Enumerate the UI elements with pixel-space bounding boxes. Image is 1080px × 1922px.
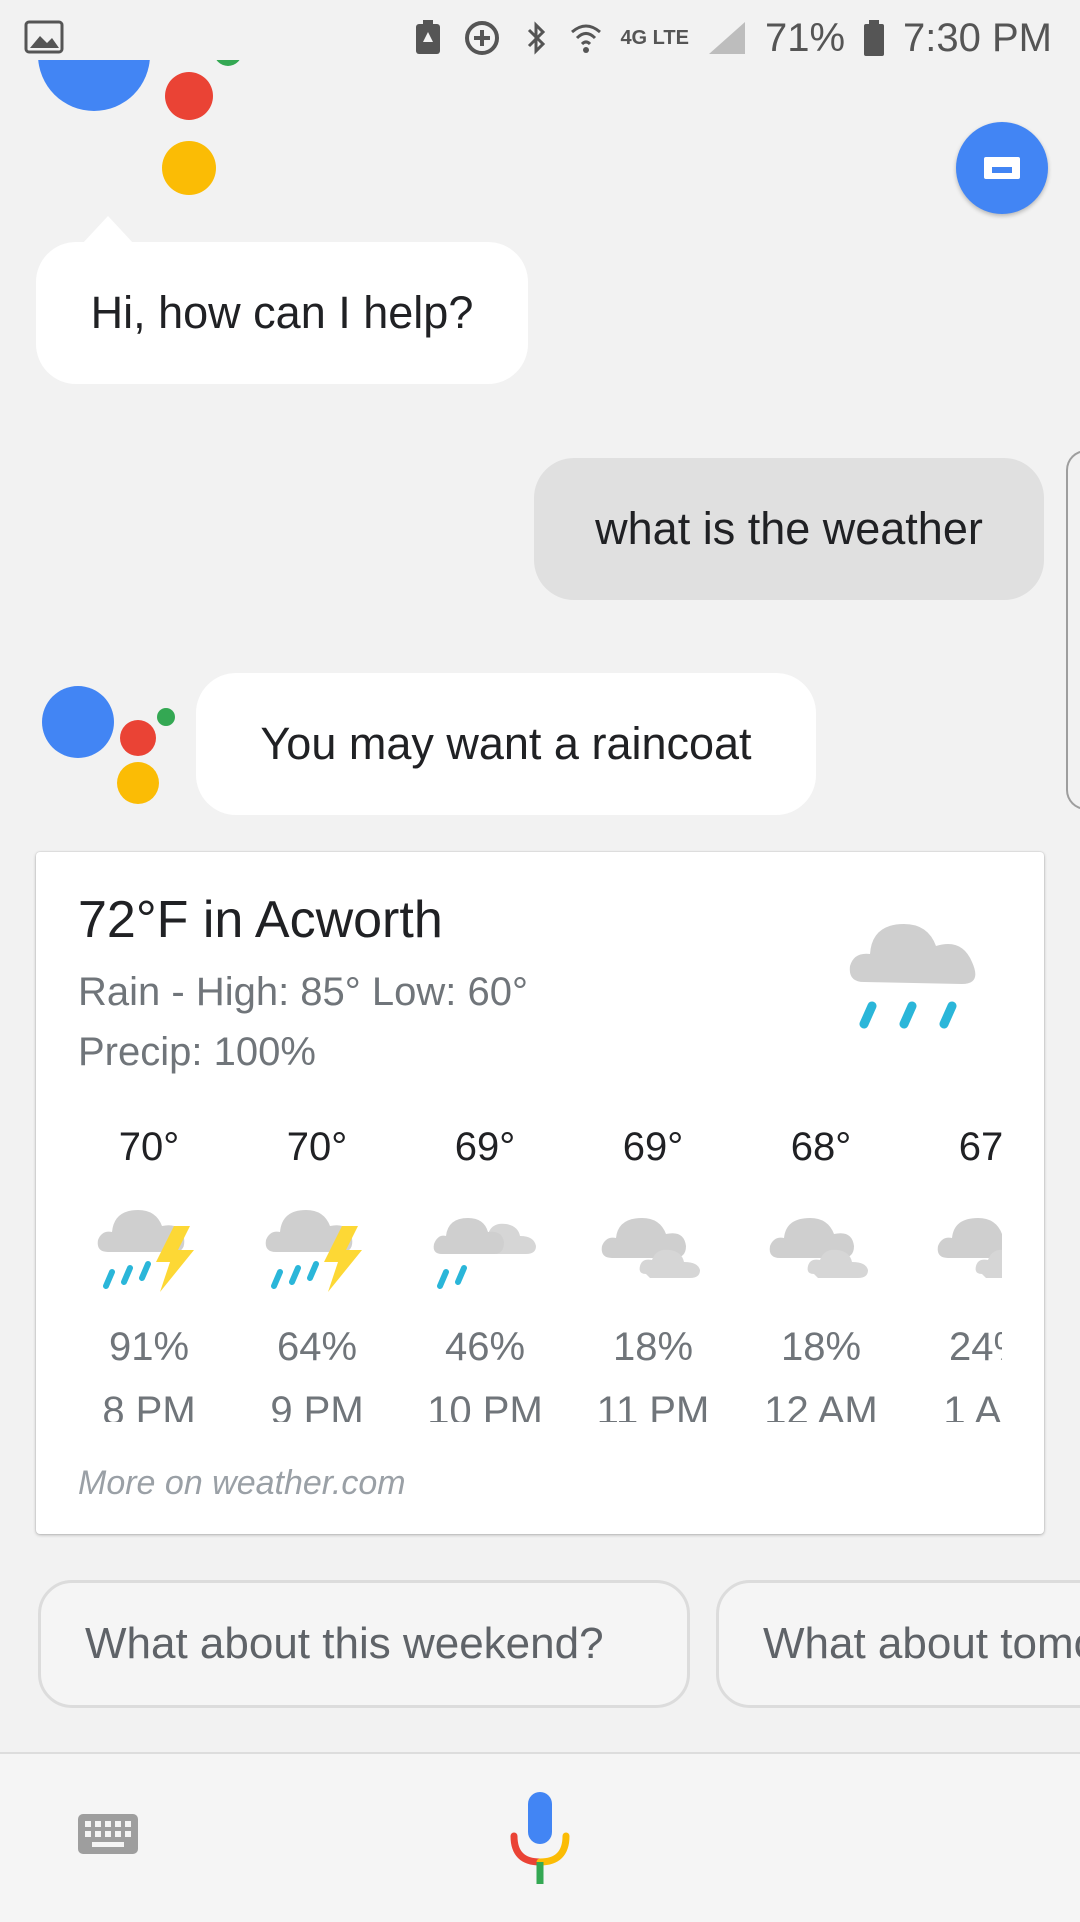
hourly-temp: 70° (118, 1125, 180, 1169)
light-rain-cloudy-icon (433, 1218, 536, 1289)
clock: 7:30 PM (903, 15, 1052, 60)
hourly-temp: 70° (286, 1125, 348, 1169)
hourly-precip: 18% (612, 1325, 694, 1369)
assistant-logo (38, 60, 240, 195)
battery-icon (864, 20, 885, 56)
keyboard-icon[interactable] (78, 1814, 138, 1854)
thunderstorm-icon (265, 1210, 362, 1292)
suggestion-chip-weekend[interactable]: What about this weekend? (38, 1580, 690, 1708)
hourly-precip: 18% (780, 1325, 862, 1369)
hourly-time: 1 AM (943, 1389, 1002, 1422)
input-bar (0, 1752, 1080, 1922)
weather-source-link[interactable]: More on weather.com (78, 1464, 406, 1503)
hourly-temp: 69° (622, 1125, 684, 1169)
assistant-logo-small (42, 686, 175, 804)
hourly-item: 68° 18% 12 AM (746, 1122, 896, 1422)
assistant-answer-text: You may want a raincoat (260, 718, 752, 769)
signal-icon (708, 22, 745, 54)
weather-card[interactable]: 72°F in Acworth Rain - High: 85° Low: 60… (36, 852, 1044, 1534)
assistant-greeting-text: Hi, how can I help? (90, 287, 474, 338)
data-saver-icon (465, 21, 500, 55)
hourly-time: 11 PM (596, 1389, 710, 1422)
bubble-tail (82, 216, 134, 244)
hourly-time: 9 PM (270, 1389, 364, 1422)
network-type-label: 4G LTE (620, 27, 689, 49)
hourly-temp: 67° (958, 1125, 1002, 1169)
assistant-answer-bubble: You may want a raincoat (196, 673, 816, 815)
hourly-time: 10 PM (427, 1389, 543, 1422)
hourly-item: 70° 64% 9 PM (242, 1122, 392, 1422)
hourly-precip: 91% (108, 1325, 190, 1369)
suggestion-chip-tomorrow[interactable]: What about tomorrow? (716, 1580, 1080, 1708)
hourly-item: 69° 46% 10 PM (410, 1122, 560, 1422)
thunderstorm-icon (97, 1210, 194, 1292)
hourly-time: 8 PM (102, 1389, 196, 1422)
hourly-item: 69° 18% 11 PM (578, 1122, 728, 1422)
suggestion-chip-label: What about this weekend? (85, 1619, 604, 1668)
cloudy-icon (769, 1218, 868, 1278)
hourly-temp: 68° (790, 1125, 852, 1169)
battery-saver-icon (416, 20, 441, 54)
hourly-precip: 64% (276, 1325, 358, 1369)
weather-title: 72°F in Acworth (78, 891, 443, 949)
hourly-precip: 46% (444, 1325, 526, 1369)
cloudy-icon (937, 1218, 1002, 1278)
tray-icon (984, 157, 1020, 179)
battery-percent: 71% (764, 15, 846, 60)
user-query-bubble[interactable]: what is the weather (534, 458, 1044, 600)
hourly-temp: 69° (454, 1125, 516, 1169)
bluetooth-icon (528, 21, 546, 55)
assistant-greeting-bubble: Hi, how can I help? (36, 242, 528, 384)
rain-cloud-icon (849, 924, 976, 1029)
user-query-text: what is the weather (595, 503, 983, 554)
hourly-precip: 24% (948, 1325, 1002, 1369)
hourly-item: 70° 91% 8 PM (74, 1122, 224, 1422)
hourly-forecast[interactable]: 70° 91% 8 PM 70° 64% 9 PM 69° 46% 10 PM … (36, 1122, 1002, 1422)
snapshot-button[interactable] (956, 122, 1048, 214)
gallery-icon (24, 20, 64, 54)
cloudy-icon (601, 1218, 700, 1278)
hourly-item: 67° 24% 1 AM (914, 1122, 1002, 1422)
weather-precip: Precip: 100% (78, 1030, 316, 1074)
hourly-time: 12 AM (764, 1389, 878, 1422)
history-edge (1066, 450, 1080, 810)
wifi-icon (571, 24, 602, 53)
weather-conditions: Rain - High: 85° Low: 60° (78, 970, 528, 1014)
microphone-icon[interactable] (508, 1792, 572, 1886)
suggestion-chip-label: What about tomorrow? (763, 1619, 1080, 1668)
